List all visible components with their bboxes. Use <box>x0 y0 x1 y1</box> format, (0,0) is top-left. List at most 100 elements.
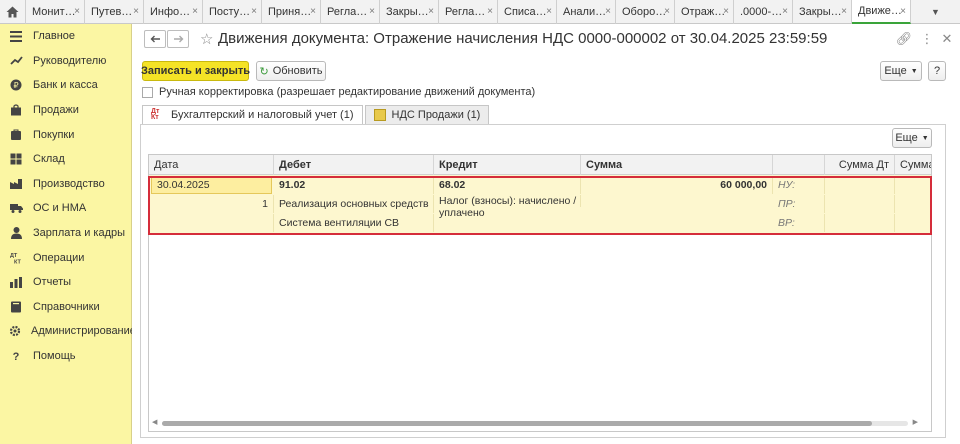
close-tab-icon[interactable]: × <box>605 6 611 17</box>
sidebar-item[interactable]: Справочники <box>0 295 131 320</box>
sidebar-item-label: Администрирование <box>31 325 136 338</box>
refresh-label: Обновить <box>272 65 323 77</box>
label-pr: ПР: <box>773 195 825 213</box>
close-tab-icon[interactable]: × <box>369 6 375 17</box>
more-menu-icon[interactable]: ⋮ <box>920 31 934 46</box>
star-icon[interactable]: ☆ <box>200 30 213 48</box>
sidebar-item[interactable]: Главное <box>0 24 131 49</box>
cell-debit-account[interactable]: 91.02 <box>274 176 434 194</box>
window-tab[interactable]: Приня… × <box>262 0 321 24</box>
table-header: Дата Дебет Кредит Сумма Сумма Дт Сумма К <box>149 155 931 175</box>
label-nu: НУ: <box>773 176 825 194</box>
scroll-left-icon[interactable]: ◀ <box>152 418 157 426</box>
question-icon: ? <box>9 349 23 363</box>
scroll-right-icon[interactable]: ▶ <box>913 418 918 426</box>
close-icon[interactable]: ✕ <box>940 31 954 46</box>
sidebar-item[interactable]: ОС и НМА <box>0 196 131 221</box>
cell-amount[interactable]: 60 000,00 <box>581 176 773 194</box>
close-tab-icon[interactable]: × <box>782 6 788 17</box>
window-tab[interactable]: Инфо… × <box>144 0 203 24</box>
sidebar-item[interactable]: Руководителю <box>0 49 131 74</box>
col-blank[interactable] <box>773 155 825 175</box>
close-tab-icon[interactable]: × <box>900 6 906 17</box>
cell-sum-dt-vr[interactable] <box>825 214 895 232</box>
window-tab[interactable]: Посту… × <box>203 0 262 24</box>
close-tab-icon[interactable]: × <box>546 6 552 17</box>
window-tab[interactable]: .0000-… × <box>734 0 793 24</box>
manual-correction-checkbox[interactable] <box>142 86 153 98</box>
cell-date[interactable]: 30.04.2025 <box>151 176 272 194</box>
save-close-button[interactable]: Записать и закрыть <box>141 61 250 81</box>
col-sum-dt[interactable]: Сумма Дт <box>825 155 895 175</box>
close-tab-icon[interactable]: × <box>723 6 729 17</box>
home-button[interactable] <box>0 0 26 24</box>
window-tab[interactable]: Списа… × <box>498 0 557 24</box>
window-tab[interactable]: Отраж… × <box>675 0 734 24</box>
tab-accounting[interactable]: Дт Кт Бухгалтерский и налоговый учет (1) <box>142 105 363 124</box>
warehouse-icon <box>9 152 23 166</box>
col-debit[interactable]: Дебет <box>274 155 434 175</box>
sidebar-item[interactable]: Зарплата и кадры <box>0 221 131 246</box>
sidebar-item[interactable]: Администрирование <box>0 319 136 344</box>
sidebar-item[interactable]: Покупки <box>0 122 131 147</box>
forward-button[interactable] <box>167 30 189 48</box>
col-date[interactable]: Дата <box>149 155 274 175</box>
window-tab[interactable]: Монит… × <box>26 0 85 24</box>
sidebar-item[interactable]: Производство <box>0 172 131 197</box>
cell-sum-dt-pr[interactable] <box>825 195 895 213</box>
cell-credit-account[interactable]: 68.02 <box>434 176 581 194</box>
close-tab-icon[interactable]: × <box>74 6 80 17</box>
cell-row-number: 1 <box>149 195 274 213</box>
sidebar-item[interactable]: Склад <box>0 147 131 172</box>
movements-table: Дата Дебет Кредит Сумма Сумма Дт Сумма К… <box>148 154 932 432</box>
chevron-down-icon: ▼ <box>921 134 929 142</box>
more-button[interactable]: Еще ▼ <box>880 61 922 81</box>
bag-icon <box>9 103 23 117</box>
close-tab-icon[interactable]: × <box>487 6 493 17</box>
sidebar-item[interactable]: ДТ КТ Операции <box>0 245 131 270</box>
tabs-more-button[interactable]: ▼ <box>911 0 960 23</box>
window-tab[interactable]: Движе… × <box>852 0 911 24</box>
manual-correction-row[interactable]: Ручная корректировка (разрешает редактир… <box>142 86 535 98</box>
col-credit[interactable]: Кредит <box>434 155 581 175</box>
sidebar-item[interactable]: ? Помощь <box>0 344 131 369</box>
sidebar-item[interactable]: Отчеты <box>0 270 131 295</box>
col-amount[interactable]: Сумма <box>581 155 773 175</box>
close-tab-icon[interactable]: × <box>133 6 139 17</box>
window-tab[interactable]: Закры… × <box>793 0 852 24</box>
tab-accounting-label: Бухгалтерский и налоговый учет (1) <box>171 109 354 121</box>
cell-sum-dt-nu[interactable] <box>825 176 895 194</box>
col-sum-kt[interactable]: Сумма К <box>895 155 931 175</box>
close-tab-icon[interactable]: × <box>251 6 257 17</box>
tab-vat-sales[interactable]: НДС Продажи (1) <box>364 105 490 124</box>
window-tab-label: Путев… <box>91 6 133 18</box>
close-tab-icon[interactable]: × <box>310 6 316 17</box>
window-tab-label: Оборо… <box>622 6 667 18</box>
window-tab[interactable]: Анали… × <box>557 0 616 24</box>
window-tab[interactable]: Путев… × <box>85 0 144 24</box>
grid-more-button[interactable]: Еще ▼ <box>892 128 932 148</box>
window-tab[interactable]: Регла… × <box>439 0 498 24</box>
close-tab-icon[interactable]: × <box>664 6 670 17</box>
more-label: Еще <box>884 65 907 77</box>
horizontal-scrollbar[interactable]: ◀ ▶ <box>152 419 918 427</box>
sidebar-item[interactable]: ₽ Банк и касса <box>0 73 131 98</box>
help-button[interactable]: ? <box>928 61 946 81</box>
link-icon[interactable]: 🔗︎ <box>896 31 913 46</box>
close-tab-icon[interactable]: × <box>428 6 434 17</box>
sidebar-item[interactable]: Продажи <box>0 98 131 123</box>
window-tab[interactable]: Регла… × <box>321 0 380 24</box>
window-tab[interactable]: Закры… × <box>380 0 439 24</box>
window-tab-label: Отраж… <box>681 6 726 18</box>
refresh-button[interactable]: ↻ Обновить <box>256 61 326 81</box>
cell-debit-sub2[interactable]: Система вентиляции СВ <box>274 214 434 232</box>
table-row[interactable]: 30.04.2025 1 91.02 Реализация основных с… <box>149 175 931 234</box>
close-tab-icon[interactable]: × <box>841 6 847 17</box>
cell-debit-sub1[interactable]: Реализация основных средств <box>274 195 434 213</box>
close-tab-icon[interactable]: × <box>192 6 198 17</box>
cell-credit-sub1[interactable]: Налог (взносы): начислено / <box>434 195 581 207</box>
back-button[interactable] <box>144 30 166 48</box>
window-tab[interactable]: Оборо… × <box>616 0 675 24</box>
scroll-thumb[interactable] <box>162 421 872 426</box>
sidebar-item-label: Помощь <box>33 350 76 363</box>
